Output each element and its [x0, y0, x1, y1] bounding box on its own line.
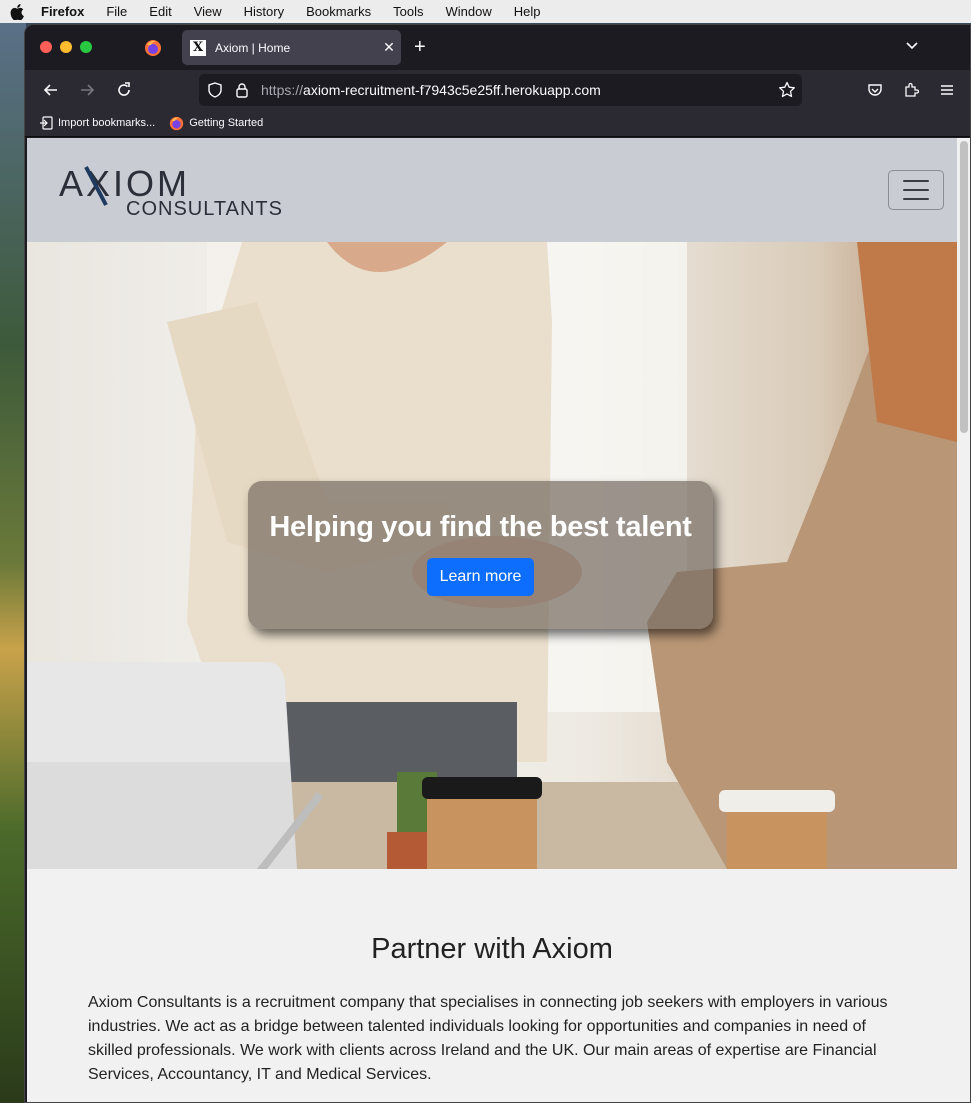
- reload-icon[interactable]: [114, 80, 134, 100]
- macos-menubar: Firefox File Edit View History Bookmarks…: [0, 0, 971, 23]
- tab-favicon: X: [190, 39, 206, 56]
- page-viewport: AXIOM CONSULTANTS Helping you find the b…: [27, 138, 970, 1102]
- nav-toolbar: https://axiom-recruitment-f7943c5e25ff.h…: [25, 70, 970, 110]
- close-icon[interactable]: ✕: [377, 39, 401, 56]
- partner-section: Partner with Axiom Axiom Consultants is …: [27, 869, 957, 1102]
- logo-subtitle: CONSULTANTS: [126, 198, 283, 220]
- firefox-icon: [170, 116, 184, 130]
- partner-description: Axiom Consultants is a recruitment compa…: [88, 994, 888, 1083]
- site-header: AXIOM CONSULTANTS: [27, 138, 957, 242]
- tab-axiom-home[interactable]: X Axiom | Home ✕: [182, 30, 401, 65]
- bookmark-import[interactable]: Import bookmarks...: [39, 116, 155, 130]
- learn-more-button[interactable]: Learn more: [426, 558, 535, 596]
- firefox-icon[interactable]: [144, 39, 162, 57]
- partner-heading: Partner with Axiom: [371, 933, 613, 965]
- menu-window[interactable]: Window: [446, 0, 492, 23]
- scrollbar-thumb[interactable]: [960, 141, 968, 433]
- menu-history[interactable]: History: [244, 0, 284, 23]
- menu-view[interactable]: View: [194, 0, 222, 23]
- axiom-logo[interactable]: AXIOM CONSULTANTS: [59, 164, 284, 224]
- window-zoom-button[interactable]: [80, 41, 92, 53]
- menu-help[interactable]: Help: [514, 0, 541, 23]
- plus-icon[interactable]: +: [414, 37, 426, 57]
- menu-file[interactable]: File: [106, 0, 127, 23]
- back-arrow-icon[interactable]: [41, 80, 61, 100]
- bookmarks-toolbar: Import bookmarks... Getting Started: [25, 110, 970, 137]
- hero-heading: Helping you find the best talent: [269, 511, 692, 543]
- url-scheme: https://: [261, 82, 304, 98]
- tab-bar: X Axiom | Home ✕ +: [25, 25, 970, 70]
- window-minimize-button[interactable]: [60, 41, 72, 53]
- lock-icon[interactable]: [235, 82, 249, 98]
- forward-arrow-icon[interactable]: [77, 80, 97, 100]
- bookmark-getting-started[interactable]: Getting Started: [169, 116, 263, 131]
- menu-icon[interactable]: [937, 80, 957, 100]
- hero-card: Helping you find the best talent Learn m…: [248, 481, 713, 629]
- hamburger-icon[interactable]: [888, 170, 944, 210]
- hero-banner: Helping you find the best talent Learn m…: [27, 242, 957, 869]
- url-host: axiom-recruitment-f7943c5e25ff.herokuapp…: [303, 82, 601, 98]
- star-icon[interactable]: [778, 81, 796, 99]
- menu-bookmarks[interactable]: Bookmarks: [306, 0, 371, 23]
- pocket-icon[interactable]: [865, 80, 885, 100]
- window-close-button[interactable]: [40, 41, 52, 53]
- address-bar[interactable]: https://axiom-recruitment-f7943c5e25ff.h…: [199, 74, 802, 106]
- page-scrollbar[interactable]: [958, 138, 970, 1102]
- bookmark-import-label: Import bookmarks...: [58, 117, 156, 129]
- menu-edit[interactable]: Edit: [149, 0, 171, 23]
- menu-tools[interactable]: Tools: [393, 0, 423, 23]
- import-icon: [40, 116, 53, 130]
- menu-app-name[interactable]: Firefox: [41, 0, 84, 23]
- logo-x-accent: [84, 166, 108, 206]
- tab-title: Axiom | Home: [215, 40, 291, 55]
- chevron-down-icon[interactable]: [904, 37, 920, 53]
- url-text: https://axiom-recruitment-f7943c5e25ff.h…: [261, 82, 778, 98]
- bookmark-getting-started-label: Getting Started: [189, 117, 264, 129]
- extensions-icon[interactable]: [901, 80, 921, 100]
- browser-window: X Axiom | Home ✕ + https://axiom-recruit…: [24, 24, 971, 1103]
- apple-icon[interactable]: [10, 3, 24, 20]
- desktop-wallpaper: [0, 23, 26, 1103]
- shield-icon[interactable]: [207, 82, 223, 98]
